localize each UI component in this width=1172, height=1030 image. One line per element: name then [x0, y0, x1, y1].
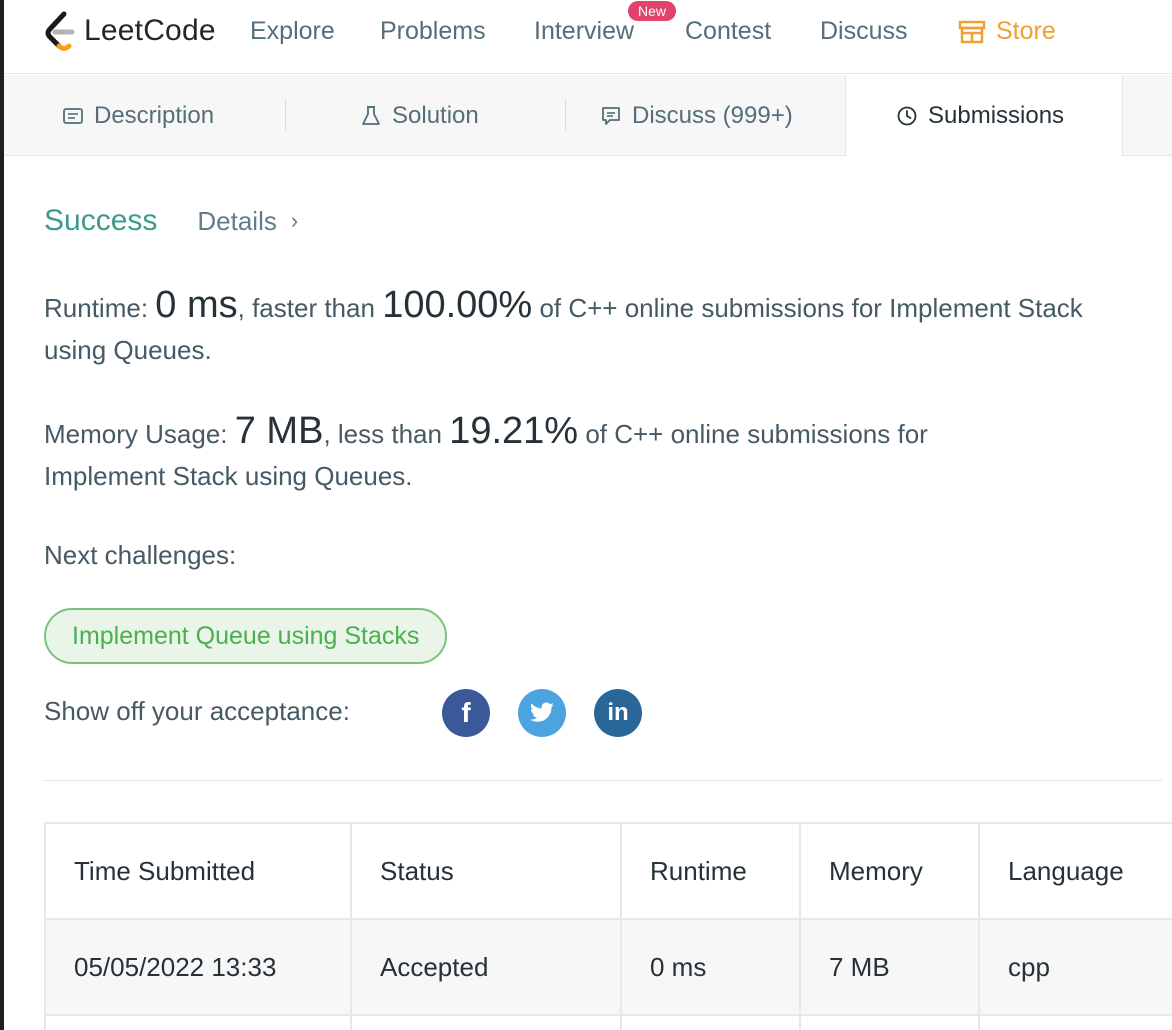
col-memory[interactable]: Memory	[799, 822, 980, 920]
cell-memory: 7 MB	[799, 918, 980, 1016]
facebook-icon: f	[461, 697, 471, 728]
nav-store[interactable]: Store	[958, 17, 1056, 46]
divider	[44, 780, 1162, 781]
table-row[interactable]	[44, 1014, 1172, 1030]
col-runtime[interactable]: Runtime	[620, 822, 801, 920]
details-link[interactable]: Details ›	[197, 206, 298, 237]
runtime-value: 0 ms	[155, 284, 238, 326]
tab-separator	[565, 99, 566, 131]
nav-problems[interactable]: Problems	[380, 17, 486, 46]
logo[interactable]: LeetCode	[42, 10, 216, 52]
tab-discuss-label: Discuss (999+)	[632, 101, 793, 129]
runtime-percentile: 100.00%	[382, 284, 533, 326]
flask-icon	[362, 105, 380, 125]
brand-name: LeetCode	[84, 14, 216, 47]
facebook-share-button[interactable]: f	[442, 689, 490, 737]
next-challenge-button[interactable]: Implement Queue using Stacks	[44, 608, 448, 664]
table-header-row: Time Submitted Status Runtime Memory Lan…	[44, 822, 1172, 920]
cell-empty	[799, 1014, 980, 1030]
share-label: Show off your acceptance:	[44, 696, 350, 726]
cell-empty	[978, 1014, 1172, 1030]
next-challenges-label: Next challenges:	[44, 540, 237, 570]
submissions-table: Time Submitted Status Runtime Memory Lan…	[44, 822, 1172, 1030]
cell-empty	[350, 1014, 622, 1030]
nav-contest[interactable]: Contest	[685, 17, 771, 46]
clock-icon	[897, 106, 917, 126]
top-nav: LeetCode Explore Problems Interview New …	[4, 0, 1172, 74]
new-badge: New	[628, 1, 677, 21]
tab-separator	[285, 99, 286, 131]
cell-runtime: 0 ms	[620, 918, 801, 1016]
cell-empty	[44, 1014, 352, 1030]
memory-percentile: 19.21%	[449, 410, 579, 452]
memory-label: Memory Usage:	[44, 419, 228, 449]
tab-submissions-label: Submissions	[928, 102, 1065, 129]
col-time-submitted[interactable]: Time Submitted	[44, 822, 352, 920]
problem-tabs: Description Solution Discuss (999+) Subm…	[4, 75, 1172, 157]
status-success: Success	[44, 204, 158, 237]
cell-language: cpp	[978, 918, 1172, 1016]
runtime-mid: , faster than	[237, 293, 375, 323]
nav-explore[interactable]: Explore	[250, 17, 335, 46]
memory-mid: , less than	[323, 419, 442, 449]
chevron-right-icon: ›	[290, 208, 299, 233]
tab-solution-label: Solution	[392, 101, 479, 129]
runtime-summary: Runtime: 0 ms, faster than 100.00% of C+…	[44, 284, 1144, 371]
col-status[interactable]: Status	[350, 822, 622, 920]
col-language[interactable]: Language	[978, 822, 1172, 920]
leetcode-logo-icon	[45, 11, 75, 51]
cell-time: 05/05/2022 13:33	[44, 918, 352, 1016]
tab-submissions[interactable]: Submissions	[845, 75, 1123, 157]
tab-description-label: Description	[94, 101, 215, 129]
tab-description[interactable]: Description	[62, 75, 214, 156]
store-label: Store	[996, 17, 1056, 45]
tab-discuss[interactable]: Discuss (999+)	[600, 75, 793, 156]
details-label: Details	[197, 205, 277, 236]
cell-status-accepted[interactable]: Accepted	[350, 918, 622, 1016]
table-row[interactable]: 05/05/2022 13:33 Accepted 0 ms 7 MB cpp	[44, 918, 1172, 1016]
twitter-share-button[interactable]	[518, 689, 566, 737]
linkedin-share-button[interactable]: in	[594, 689, 642, 737]
nav-interview[interactable]: Interview	[534, 17, 634, 46]
status-row: Success Details ›	[44, 204, 298, 238]
nav-discuss[interactable]: Discuss	[820, 17, 908, 46]
description-icon	[63, 107, 83, 124]
tab-solution[interactable]: Solution	[360, 75, 479, 156]
linkedin-icon: in	[607, 699, 629, 726]
runtime-label: Runtime:	[44, 293, 149, 323]
memory-value: 7 MB	[234, 410, 324, 452]
comment-icon	[602, 106, 620, 125]
cell-empty	[620, 1014, 801, 1030]
store-icon	[958, 20, 986, 43]
twitter-icon	[530, 702, 554, 722]
memory-summary: Memory Usage: 7 MB, less than 19.21% of …	[44, 410, 1044, 497]
